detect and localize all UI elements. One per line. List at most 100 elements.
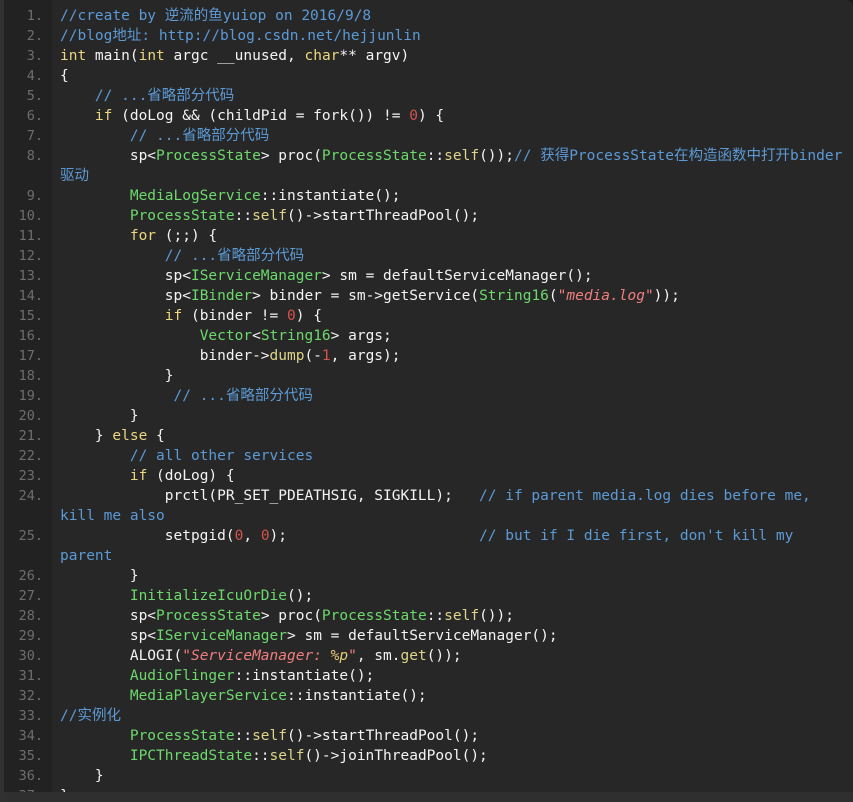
code-token: )); bbox=[653, 288, 680, 304]
code-line[interactable]: 12. // ...省略部分代码 bbox=[0, 246, 853, 266]
code-token: sp< bbox=[60, 268, 191, 284]
code-line-content[interactable]: prctl(PR_SET_PDEATHSIG, SIGKILL); // if … bbox=[52, 486, 853, 526]
code-token: , sm. bbox=[356, 648, 401, 664]
code-line-content[interactable]: // ...省略部分代码 bbox=[52, 246, 853, 266]
code-line-content[interactable]: ProcessState::self()->startThreadPool(); bbox=[52, 206, 853, 226]
code-block-viewer[interactable]: 1. //create by 逆流的鱼yuiop on 2016/9/8 2. //b… bbox=[0, 0, 853, 802]
code-line-content[interactable]: MediaLogService::instantiate(); bbox=[52, 186, 853, 206]
code-line[interactable]: 2. //blog地址: http://blog.csdn.net/hejjunl… bbox=[0, 26, 853, 46]
code-line[interactable]: 19. // ...省略部分代码 bbox=[0, 386, 853, 406]
code-line-content[interactable]: // ...省略部分代码 bbox=[52, 386, 853, 406]
code-line[interactable]: 18. } bbox=[0, 366, 853, 386]
code-token: 0 bbox=[287, 308, 296, 324]
code-line-content[interactable]: sp<ProcessState> proc(ProcessState::self… bbox=[52, 146, 853, 186]
line-number: 6. bbox=[26, 108, 43, 124]
code-line[interactable]: 16. Vector<String16> args; bbox=[0, 326, 853, 346]
code-token: 0 bbox=[260, 528, 270, 544]
code-token: } bbox=[60, 428, 113, 444]
code-line-content[interactable]: ProcessState::self()->startThreadPool(); bbox=[52, 726, 853, 746]
code-line[interactable]: 30. ALOGI("ServiceManager: %p", sm.get()… bbox=[0, 646, 853, 666]
code-token: 1 bbox=[321, 348, 331, 364]
code-line[interactable]: 33. //实例化 bbox=[0, 706, 853, 726]
code-line[interactable]: 15. if (binder != 0) { bbox=[0, 306, 853, 326]
code-line[interactable]: 24. prctl(PR_SET_PDEATHSIG, SIGKILL); //… bbox=[0, 486, 853, 526]
code-line[interactable]: 6. if (doLog && (childPid = fork()) != 0… bbox=[0, 106, 853, 126]
code-line-content[interactable]: // ...省略部分代码 bbox=[52, 86, 853, 106]
code-line[interactable]: 31. AudioFlinger::instantiate(); bbox=[0, 666, 853, 686]
code-token: } bbox=[60, 368, 174, 384]
code-line-content[interactable]: } bbox=[52, 766, 853, 786]
code-token: > proc( bbox=[260, 608, 322, 624]
code-line-content[interactable]: setpgid(0, 0); // but if I die first, do… bbox=[52, 526, 853, 566]
code-line-content[interactable]: if (doLog) { bbox=[52, 466, 853, 486]
code-line[interactable]: 34. ProcessState::self()->startThreadPoo… bbox=[0, 726, 853, 746]
code-line-content[interactable]: binder->dump(-1, args); bbox=[52, 346, 853, 366]
code-line[interactable]: 32. MediaPlayerService::instantiate(); bbox=[0, 686, 853, 706]
code-line-content[interactable]: for (;;) { bbox=[52, 226, 853, 246]
line-number: 3. bbox=[26, 48, 43, 64]
code-line[interactable]: 26. } bbox=[0, 566, 853, 586]
code-line-content[interactable]: } bbox=[52, 406, 853, 426]
code-line-content[interactable]: } bbox=[52, 566, 853, 586]
code-line[interactable]: 29. sp<IServiceManager> sm = defaultServ… bbox=[0, 626, 853, 646]
code-line[interactable]: 5. // ...省略部分代码 bbox=[0, 86, 853, 106]
code-line[interactable]: 10. ProcessState::self()->startThreadPoo… bbox=[0, 206, 853, 226]
code-line[interactable]: 14. sp<IBinder> binder = sm->getService(… bbox=[0, 286, 853, 306]
line-number: 26. bbox=[18, 568, 43, 584]
code-line[interactable]: 28. sp<ProcessState> proc(ProcessState::… bbox=[0, 606, 853, 626]
code-line-content[interactable]: sp<IServiceManager> sm = defaultServiceM… bbox=[52, 626, 853, 646]
code-line[interactable]: 1. //create by 逆流的鱼yuiop on 2016/9/8 bbox=[0, 6, 853, 26]
code-line-content[interactable]: //create by 逆流的鱼yuiop on 2016/9/8 bbox=[52, 6, 853, 26]
code-line[interactable]: 11. for (;;) { bbox=[0, 226, 853, 246]
code-line[interactable]: 4. { bbox=[0, 66, 853, 86]
code-line[interactable]: 35. IPCThreadState::self()->joinThreadPo… bbox=[0, 746, 853, 766]
code-line[interactable]: 20. } bbox=[0, 406, 853, 426]
code-line-content[interactable]: //blog地址: http://blog.csdn.net/hejjunlin bbox=[52, 26, 853, 46]
code-line-content[interactable]: { bbox=[52, 66, 853, 86]
code-line-content[interactable]: sp<IBinder> binder = sm->getService(Stri… bbox=[52, 286, 853, 306]
code-line[interactable]: 36. } bbox=[0, 766, 853, 786]
code-line-content[interactable]: } bbox=[52, 366, 853, 386]
code-line[interactable]: 25. setpgid(0, 0); // but if I die first… bbox=[0, 526, 853, 566]
code-line-content[interactable]: //实例化 bbox=[52, 706, 853, 726]
code-line-content[interactable]: if (doLog && (childPid = fork()) != 0) { bbox=[52, 106, 853, 126]
code-line[interactable]: 3. int main(int argc __unused, char** arg… bbox=[0, 46, 853, 66]
code-line[interactable]: 9. MediaLogService::instantiate(); bbox=[0, 186, 853, 206]
code-line[interactable]: 7. // ...省略部分代码 bbox=[0, 126, 853, 146]
code-line-content[interactable]: sp<IServiceManager> sm = defaultServiceM… bbox=[52, 266, 853, 286]
code-line[interactable]: 13. sp<IServiceManager> sm = defaultServ… bbox=[0, 266, 853, 286]
code-line[interactable]: 23. if (doLog) { bbox=[0, 466, 853, 486]
code-token: (;;) { bbox=[156, 228, 218, 244]
code-line[interactable]: 27. InitializeIcuOrDie(); bbox=[0, 586, 853, 606]
code-line-content[interactable]: if (binder != 0) { bbox=[52, 306, 853, 326]
code-line[interactable]: 8. sp<ProcessState> proc(ProcessState::s… bbox=[0, 146, 853, 186]
line-number: 24. bbox=[18, 488, 43, 504]
code-token: ()); bbox=[479, 608, 514, 624]
code-token: { bbox=[147, 428, 165, 444]
code-line-content[interactable]: ALOGI("ServiceManager: %p", sm.get()); bbox=[52, 646, 853, 666]
code-token: ); bbox=[269, 528, 480, 544]
code-line-content[interactable]: IPCThreadState::self()->joinThreadPool()… bbox=[52, 746, 853, 766]
code-line-content[interactable]: sp<ProcessState> proc(ProcessState::self… bbox=[52, 606, 853, 626]
code-line-content[interactable]: // ...省略部分代码 bbox=[52, 126, 853, 146]
code-line-content[interactable]: // all other services bbox=[52, 446, 853, 466]
code-line-content[interactable]: MediaPlayerService::instantiate(); bbox=[52, 686, 853, 706]
code-line-content[interactable]: } else { bbox=[52, 426, 853, 446]
code-line[interactable]: 21. } else { bbox=[0, 426, 853, 446]
code-line-content[interactable]: Vector<String16> args; bbox=[52, 326, 853, 346]
code-token: :: bbox=[234, 208, 253, 224]
code-token: sp< bbox=[60, 288, 191, 304]
line-number: 2. bbox=[26, 28, 43, 44]
code-token: self bbox=[252, 728, 287, 744]
line-number: 22. bbox=[18, 448, 43, 464]
code-line-content[interactable]: int main(int argc __unused, char** argv) bbox=[52, 46, 853, 66]
code-line-content[interactable]: AudioFlinger::instantiate(); bbox=[52, 666, 853, 686]
code-line-content[interactable]: InitializeIcuOrDie(); bbox=[52, 586, 853, 606]
code-line[interactable]: 17. binder->dump(-1, args); bbox=[0, 346, 853, 366]
code-scroll-area[interactable]: 1. //create by 逆流的鱼yuiop on 2016/9/8 2. //b… bbox=[0, 0, 853, 802]
line-number: 4. bbox=[26, 68, 43, 84]
code-token: :: bbox=[426, 148, 445, 164]
code-line[interactable]: 22. // all other services bbox=[0, 446, 853, 466]
code-token: self bbox=[252, 208, 287, 224]
